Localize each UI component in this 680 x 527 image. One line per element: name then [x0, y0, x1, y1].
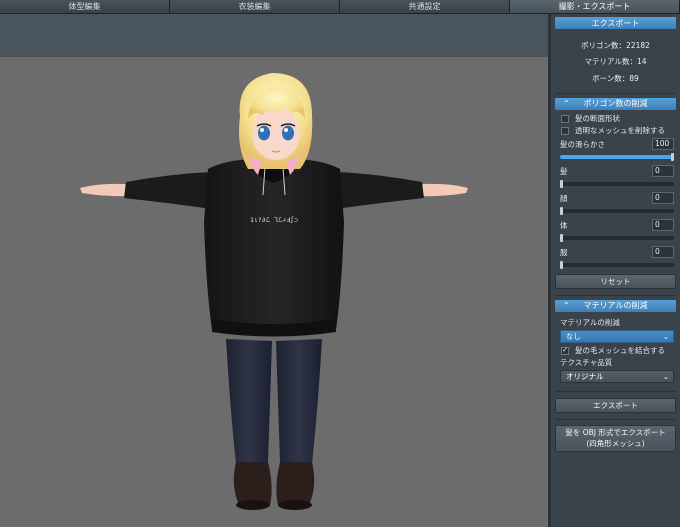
character-model: 1ι?∂ℒ ⅂ℒ∠Ⅎ∫⊃ [80, 73, 468, 510]
tab-common-settings[interactable]: 共通設定 [340, 0, 510, 13]
hair-reduction-input[interactable]: 0 [652, 164, 674, 177]
polygon-reduction-header[interactable]: ⌃ ポリゴン数の削減 [555, 97, 676, 110]
chevron-up-icon: ⌃ [563, 98, 570, 108]
face-reduction-control: 顔 0 [555, 191, 676, 218]
material-count: マテリアル数：14 [584, 57, 647, 67]
slider-handle[interactable] [560, 233, 563, 242]
export-hair-obj-button[interactable]: 髪を OBJ 形式でエクスポート (四角形メッシュ) [555, 424, 676, 452]
clothes-reduction-input[interactable]: 0 [652, 245, 674, 258]
divider [555, 418, 676, 420]
slider-handle[interactable] [671, 152, 674, 161]
mode-tabs: 体型編集 衣装編集 共通設定 撮影・エクスポート [0, 0, 680, 14]
chevron-down-icon: ⌄ [662, 371, 669, 381]
left-sleeve [124, 172, 212, 209]
polygon-count: ポリゴン数：22182 [581, 40, 650, 50]
model-stats: ポリゴン数：22182 マテリアル数：14 ボーン数：89 [555, 29, 676, 89]
bone-count: ボーン数：89 [592, 73, 639, 83]
right-sleeve [336, 172, 424, 209]
tab-photo-export[interactable]: 撮影・エクスポート [510, 0, 680, 13]
slider-handle[interactable] [560, 260, 563, 269]
texture-quality-dropdown[interactable]: オリジナル ⌄ [560, 369, 674, 383]
clothes-reduction-control: 服 0 [555, 245, 676, 272]
3d-viewport[interactable]: 1ι?∂ℒ ⅂ℒ∠Ⅎ∫⊃ [0, 57, 548, 527]
remove-transparent-option[interactable]: 透明なメッシュを削除する [555, 125, 676, 137]
body-reduction-slider[interactable] [560, 233, 674, 242]
divider [555, 92, 676, 94]
hair-smoothness-slider[interactable] [560, 152, 674, 161]
chevron-up-icon: ⌃ [563, 300, 570, 310]
body-reduction-input[interactable]: 0 [652, 218, 674, 231]
divider [555, 390, 676, 392]
tab-body-edit[interactable]: 体型編集 [0, 0, 170, 13]
hair-cross-section-checkbox[interactable] [561, 114, 569, 123]
hoodie [204, 158, 344, 335]
hair-smoothness-control: 髪の滑らかさ 100 [555, 137, 676, 164]
hoodie-print: 1ι?∂ℒ ⅂ℒ∠Ⅎ∫⊃ [250, 216, 298, 224]
hair-reduction-control: 髪 0 [555, 164, 676, 191]
material-reduction-header[interactable]: ⌃ マテリアルの削減 [555, 299, 676, 312]
hair-smoothness-input[interactable]: 100 [652, 137, 674, 150]
hair-cross-section-option[interactable]: 髪の断面形状 [555, 113, 676, 125]
export-button[interactable]: エクスポート [555, 397, 676, 413]
right-leg [276, 339, 322, 464]
right-eye [282, 125, 294, 141]
remove-transparent-checkbox[interactable] [561, 126, 569, 135]
merge-hair-option[interactable]: ✓ 髪の毛メッシュを結合する [555, 345, 676, 357]
export-section-header: エクスポート [555, 17, 676, 29]
divider [555, 294, 676, 296]
slider-fill [560, 154, 674, 159]
clothes-reduction-slider[interactable] [560, 260, 674, 269]
right-sole [278, 500, 312, 510]
left-leg [226, 339, 272, 464]
face-reduction-input[interactable]: 0 [652, 191, 674, 204]
reset-button[interactable]: リセット [555, 273, 676, 289]
face-reduction-slider[interactable] [560, 206, 674, 215]
left-eye [258, 125, 270, 141]
slider-handle[interactable] [560, 179, 563, 188]
body-reduction-control: 体 0 [555, 218, 676, 245]
material-reduction-dropdown[interactable]: なし ⌄ [560, 329, 674, 343]
hair-reduction-slider[interactable] [560, 179, 674, 188]
texture-quality-label: テクスチャ品質 [560, 357, 613, 367]
merge-hair-checkbox[interactable]: ✓ [561, 346, 569, 355]
material-reduction-label: マテリアルの削減 [560, 317, 620, 327]
chevron-down-icon: ⌄ [662, 331, 669, 341]
viewport-toolbar-area [0, 14, 548, 57]
left-sole [236, 500, 270, 510]
tab-outfit-edit[interactable]: 衣装編集 [170, 0, 340, 13]
export-side-panel: エクスポート ポリゴン数：22182 マテリアル数：14 ボーン数：89 ⌃ ポ… [548, 14, 680, 527]
slider-handle[interactable] [560, 206, 563, 215]
